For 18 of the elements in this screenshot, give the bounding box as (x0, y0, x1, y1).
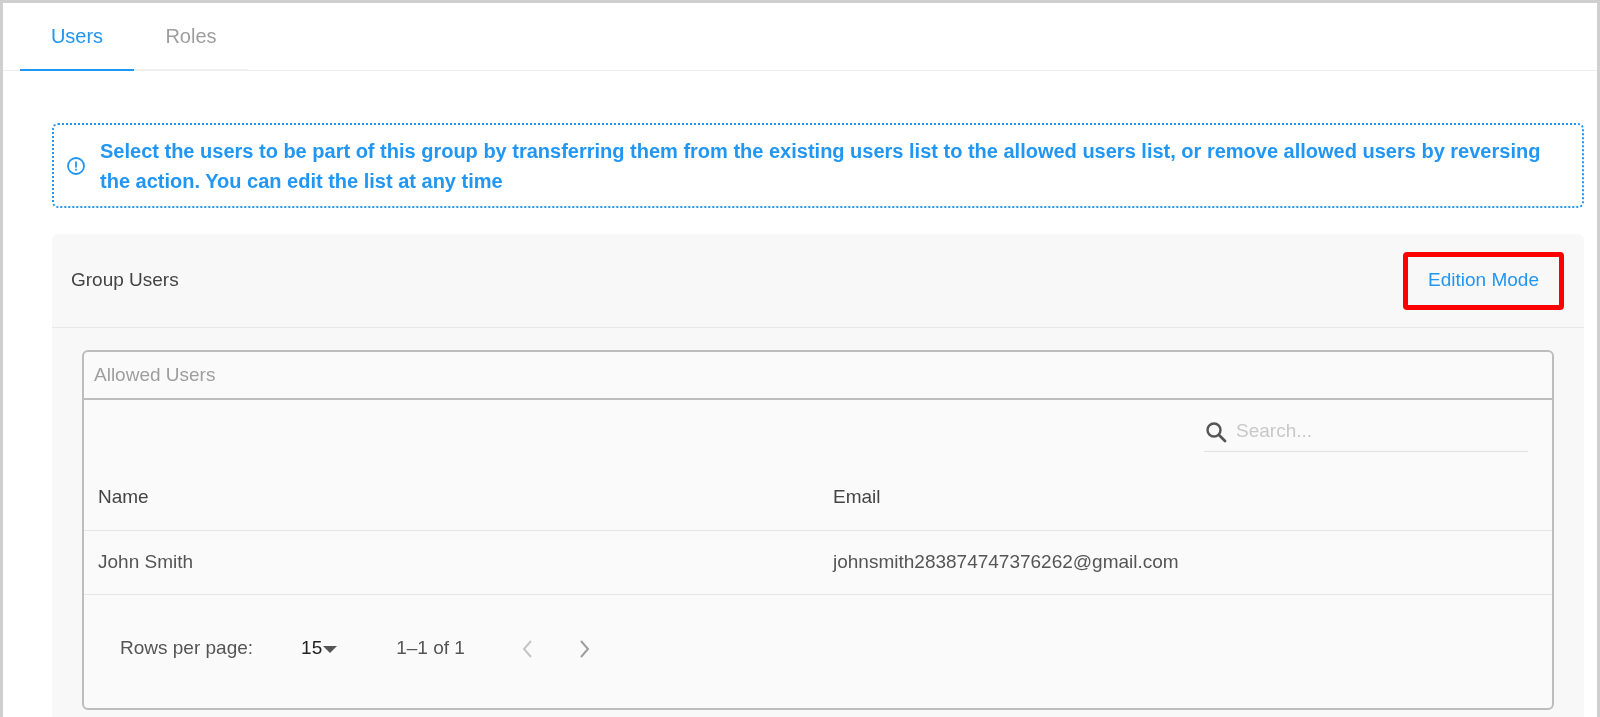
chevron-right-icon (578, 638, 591, 659)
table-cell: John Smith (84, 530, 819, 594)
column-header: Email (819, 464, 1552, 530)
tab[interactable]: Roles (134, 3, 248, 71)
search-icon (1204, 419, 1228, 444)
panel-title: Group Users (71, 268, 179, 293)
dropdown-caret-icon (322, 643, 339, 654)
tab[interactable]: Users (20, 3, 134, 71)
column-header: Name (84, 464, 819, 530)
rows-per-page-label: Rows per page: (120, 636, 254, 661)
table-cell: johnsmith283874747376262@gmail.com (819, 530, 1552, 594)
edition-mode-button[interactable]: Edition Mode (1403, 251, 1564, 310)
rows-per-page-select[interactable]: 15 (301, 634, 339, 663)
page-range: 1–1 of 1 (396, 636, 465, 661)
card-title: Allowed Users (84, 352, 1552, 400)
info-icon (66, 155, 86, 176)
info-message: Select the users to be part of this group by transferring them from the existing users list to the allowed users list, or remove allowed users by reversing the action. You can edit the list at any time (100, 138, 1542, 194)
chevron-left-icon (520, 638, 533, 659)
